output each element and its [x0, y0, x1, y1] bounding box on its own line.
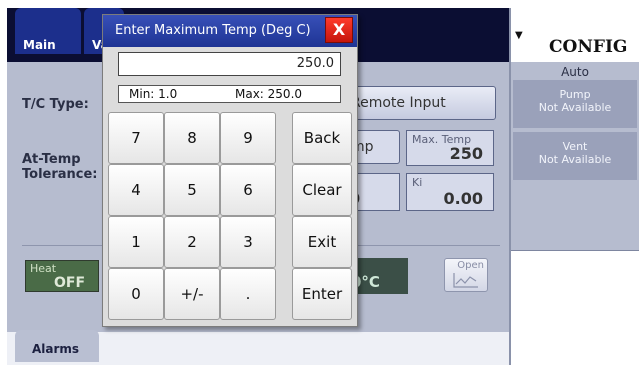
tab-main[interactable]: Main: [15, 8, 81, 54]
max-temp-box[interactable]: Max. Temp 250: [406, 130, 494, 166]
key-label: .: [245, 285, 251, 303]
key-label: +/-: [180, 285, 204, 303]
key-label: Clear: [302, 181, 342, 199]
key-7[interactable]: 7: [108, 112, 164, 164]
dialog-title-bar: Enter Maximum Temp (Deg C): [103, 15, 357, 47]
heat-caption: Heat: [30, 262, 57, 275]
heat-status-box[interactable]: Heat OFF: [25, 260, 99, 292]
tolerance-label: Tolerance:: [22, 167, 98, 182]
remote-input-label: Remote Input: [351, 95, 446, 111]
heat-value: OFF: [54, 275, 86, 291]
key-label: 5: [187, 181, 197, 199]
key-4[interactable]: 4: [108, 164, 164, 216]
key-label: 3: [243, 233, 253, 251]
key-9[interactable]: 9: [220, 112, 276, 164]
key-label: 0: [131, 285, 141, 303]
entry-value: 250.0: [296, 56, 334, 71]
max-temp-value: 250: [449, 144, 483, 163]
min-max-range: Min: 1.0 Max: 250.0: [118, 85, 341, 103]
key-label: 2: [187, 233, 197, 251]
remote-input-button[interactable]: Remote Input: [340, 86, 496, 120]
graph-icon: [453, 273, 478, 288]
decimal-key[interactable]: .: [220, 268, 276, 320]
back-button[interactable]: Back: [292, 112, 352, 164]
key-label: 4: [131, 181, 141, 199]
divider: [22, 245, 102, 246]
key-label: 8: [187, 129, 197, 147]
keypad-dialog: Enter Maximum Temp (Deg C) X 250.0 Min: …: [102, 14, 358, 327]
open-graph-button[interactable]: Open: [444, 258, 488, 292]
min-label: Min: 1.0: [129, 87, 178, 101]
key-label: 6: [243, 181, 253, 199]
key-1[interactable]: 1: [108, 216, 164, 268]
key-0[interactable]: 0: [108, 268, 164, 320]
close-button[interactable]: X: [325, 17, 353, 43]
ki-value: 0.00: [443, 189, 483, 208]
open-label: Open: [457, 260, 484, 271]
vent-status-box[interactable]: Vent Not Available: [513, 132, 637, 180]
dropdown-arrow-icon: ▼: [515, 30, 523, 41]
key-2[interactable]: 2: [164, 216, 220, 268]
vent-status: Not Available: [538, 153, 612, 166]
tab-main-label: Main: [23, 38, 56, 52]
close-icon: X: [332, 20, 346, 39]
divider: [511, 250, 639, 251]
mode-label: Auto: [561, 65, 589, 79]
clear-button[interactable]: Clear: [292, 164, 352, 216]
pump-status: Not Available: [538, 101, 612, 114]
enter-button[interactable]: Enter: [292, 268, 352, 320]
max-label: Max: 250.0: [235, 87, 303, 101]
exit-button[interactable]: Exit: [292, 216, 352, 268]
at-temp-label: At-Temp: [22, 152, 81, 167]
key-label: 1: [131, 233, 141, 251]
plus-minus-key[interactable]: +/-: [164, 268, 220, 320]
key-8[interactable]: 8: [164, 112, 220, 164]
ki-caption: Ki: [412, 176, 423, 189]
key-3[interactable]: 3: [220, 216, 276, 268]
config-label: CONFIG: [549, 37, 628, 57]
pump-title: Pump: [559, 88, 591, 101]
divider: [348, 245, 500, 246]
pump-status-box[interactable]: Pump Not Available: [513, 80, 637, 128]
key-label: Exit: [307, 233, 337, 251]
tab-alarms-label: Alarms: [32, 342, 80, 356]
key-label: Back: [303, 129, 341, 147]
key-label: 7: [131, 129, 141, 147]
value-entry-field[interactable]: 250.0: [118, 52, 341, 76]
config-dropdown[interactable]: ▼ CONFIG: [511, 18, 639, 62]
ki-box[interactable]: Ki 0.00: [406, 173, 494, 211]
tab-alarms[interactable]: Alarms: [15, 330, 99, 362]
key-6[interactable]: 6: [220, 164, 276, 216]
key-label: 9: [243, 129, 253, 147]
vent-title: Vent: [562, 140, 588, 153]
key-label: Enter: [301, 285, 343, 303]
tc-type-label: T/C Type:: [22, 97, 89, 112]
dialog-title: Enter Maximum Temp (Deg C): [115, 23, 311, 38]
key-5[interactable]: 5: [164, 164, 220, 216]
